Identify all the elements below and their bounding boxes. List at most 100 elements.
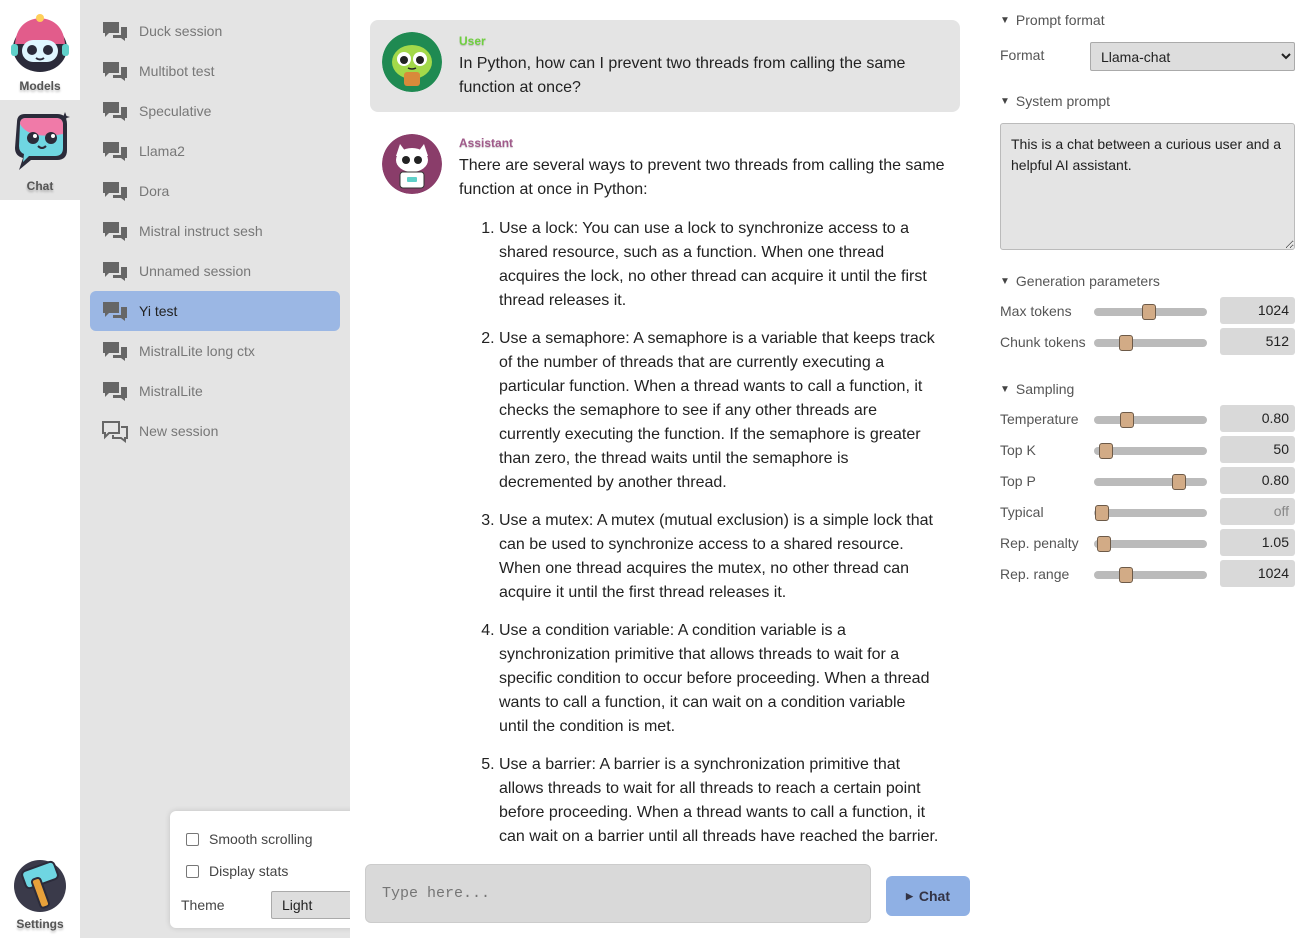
format-select[interactable]: Llama-chat: [1090, 42, 1295, 71]
assistant-author-name: Assistant: [459, 136, 514, 150]
answer-list-item: Use a barrier: A barrier is a synchroniz…: [499, 753, 939, 849]
session-item[interactable]: Duck session: [90, 11, 340, 51]
nav-chat[interactable]: Chat: [0, 100, 80, 200]
slider-thumb[interactable]: [1097, 536, 1112, 552]
session-item-label: Duck session: [139, 23, 223, 39]
session-item[interactable]: Mistral instruct sesh: [90, 211, 340, 251]
chat-bubbles-icon: [103, 342, 127, 361]
rep-penalty-label: Rep. penalty: [1000, 535, 1079, 551]
answer-list-item: Use a condition variable: A condition va…: [499, 619, 939, 739]
session-item[interactable]: Unnamed session: [90, 251, 340, 291]
chat-bubbles-icon: [103, 262, 127, 281]
nav-models[interactable]: Models: [0, 0, 80, 100]
assistant-avatar: [382, 134, 442, 194]
answer-list-item: Use a semaphore: A semaphore is a variab…: [499, 327, 939, 495]
format-label: Format: [1000, 47, 1045, 63]
slider-thumb[interactable]: [1099, 443, 1114, 459]
robot-models-icon: [11, 14, 69, 72]
session-item-label: Yi test: [139, 303, 178, 319]
chat-bubbles-icon: [103, 142, 127, 161]
typical-value[interactable]: off: [1220, 498, 1295, 525]
parameters-panel: ▼ Prompt format Format Llama-chat ▼ Syst…: [980, 0, 1315, 938]
chunk-tokens-slider[interactable]: [1094, 335, 1207, 351]
session-item-label: MistralLite: [139, 383, 203, 399]
answer-list-item: Use a mutex: A mutex (mutual exclusion) …: [499, 509, 939, 605]
display-stats-label: Display stats: [209, 863, 289, 879]
sampling-section[interactable]: ▼ Sampling: [1000, 381, 1074, 397]
display-stats-option[interactable]: Display stats: [186, 863, 288, 879]
session-item[interactable]: Dora: [90, 171, 340, 211]
slider-thumb[interactable]: [1118, 335, 1133, 351]
max-tokens-value[interactable]: 1024: [1220, 297, 1295, 324]
session-item[interactable]: Llama2: [90, 131, 340, 171]
top-p-value[interactable]: 0.80: [1220, 467, 1295, 494]
theme-label: Theme: [181, 897, 225, 913]
slider-thumb[interactable]: [1119, 412, 1134, 428]
session-item[interactable]: MistralLite long ctx: [90, 331, 340, 371]
chat-bubbles-icon: [103, 182, 127, 201]
slider-thumb[interactable]: [1118, 567, 1133, 583]
top-k-label: Top K: [1000, 442, 1036, 458]
session-item-label: Unnamed session: [139, 263, 252, 279]
session-item[interactable]: Yi test: [90, 291, 340, 331]
collapse-triangle-icon: ▼: [1000, 14, 1010, 26]
chunk-tokens-value[interactable]: 512: [1220, 328, 1295, 355]
smooth-scrolling-checkbox[interactable]: [186, 832, 199, 846]
chat-bubbles-icon: [103, 102, 127, 121]
slider-thumb[interactable]: [1094, 505, 1109, 521]
temperature-value[interactable]: 0.80: [1220, 405, 1295, 432]
chat-bubbles-icon: [103, 302, 127, 321]
user-author-name: User: [459, 34, 486, 48]
session-item-label: New session: [139, 423, 219, 439]
max-tokens-slider[interactable]: [1094, 304, 1207, 320]
temperature-slider[interactable]: [1094, 412, 1207, 428]
display-stats-checkbox[interactable]: [186, 864, 199, 878]
user-avatar: [382, 32, 442, 92]
chat-area: User In Python, how can I prevent two th…: [350, 0, 980, 938]
rep-range-label: Rep. range: [1000, 566, 1070, 582]
system-prompt-section[interactable]: ▼ System prompt: [1000, 93, 1110, 109]
rep-penalty-value[interactable]: 1.05: [1220, 529, 1295, 556]
session-item-label: Mistral instruct sesh: [139, 223, 263, 239]
rep-range-value[interactable]: 1024: [1220, 560, 1295, 587]
top-k-value[interactable]: 50: [1220, 436, 1295, 463]
slider-thumb[interactable]: [1171, 474, 1186, 490]
rep-range-slider[interactable]: [1094, 567, 1207, 583]
chat-send-button[interactable]: ▶ Chat: [886, 876, 970, 916]
session-item[interactable]: MistralLite: [90, 371, 340, 411]
user-message-text: In Python, how can I prevent two threads…: [459, 55, 906, 96]
slider-thumb[interactable]: [1142, 304, 1157, 320]
session-item-label: Llama2: [139, 143, 185, 159]
prompt-format-title: Prompt format: [1015, 12, 1105, 28]
generation-parameters-section[interactable]: ▼ Generation parameters: [1000, 273, 1160, 289]
chat-bubbles-icon: [103, 222, 127, 241]
assistant-intro-text: There are several ways to prevent two th…: [459, 157, 945, 198]
chat-bubble-icon: [15, 112, 70, 170]
sampling-title: Sampling: [1015, 381, 1075, 397]
chat-send-label: Chat: [918, 888, 951, 904]
session-item[interactable]: Speculative: [90, 91, 340, 131]
session-item-label: Speculative: [139, 103, 212, 119]
chat-bubbles-icon: [103, 62, 127, 81]
smooth-scrolling-label: Smooth scrolling: [209, 831, 313, 847]
rep-penalty-slider[interactable]: [1094, 536, 1207, 552]
system-prompt-input[interactable]: This is a chat between a curious user an…: [1000, 123, 1295, 250]
smooth-scrolling-option[interactable]: Smooth scrolling: [186, 831, 313, 847]
top-p-label: Top P: [1000, 473, 1036, 489]
top-k-slider[interactable]: [1094, 443, 1207, 459]
prompt-format-section[interactable]: ▼ Prompt format: [1000, 12, 1105, 28]
play-caret-icon: ▶: [905, 890, 913, 901]
nav-settings[interactable]: Settings: [0, 838, 80, 938]
nav-settings-label: Settings: [16, 917, 64, 931]
session-item-label: Multibot test: [139, 63, 215, 79]
top-p-slider[interactable]: [1094, 474, 1207, 490]
typical-label: Typical: [1000, 504, 1044, 520]
session-item[interactable]: New session: [90, 411, 340, 451]
session-item[interactable]: Multibot test: [90, 51, 340, 91]
chat-bubbles-icon: [103, 382, 127, 401]
collapse-triangle-icon: ▼: [1000, 275, 1010, 287]
typical-slider[interactable]: [1094, 505, 1207, 521]
chat-input[interactable]: [365, 864, 871, 923]
session-list: Duck session Multibot test Speculative Llam…: [80, 0, 420, 938]
nav-models-label: Models: [19, 79, 61, 93]
